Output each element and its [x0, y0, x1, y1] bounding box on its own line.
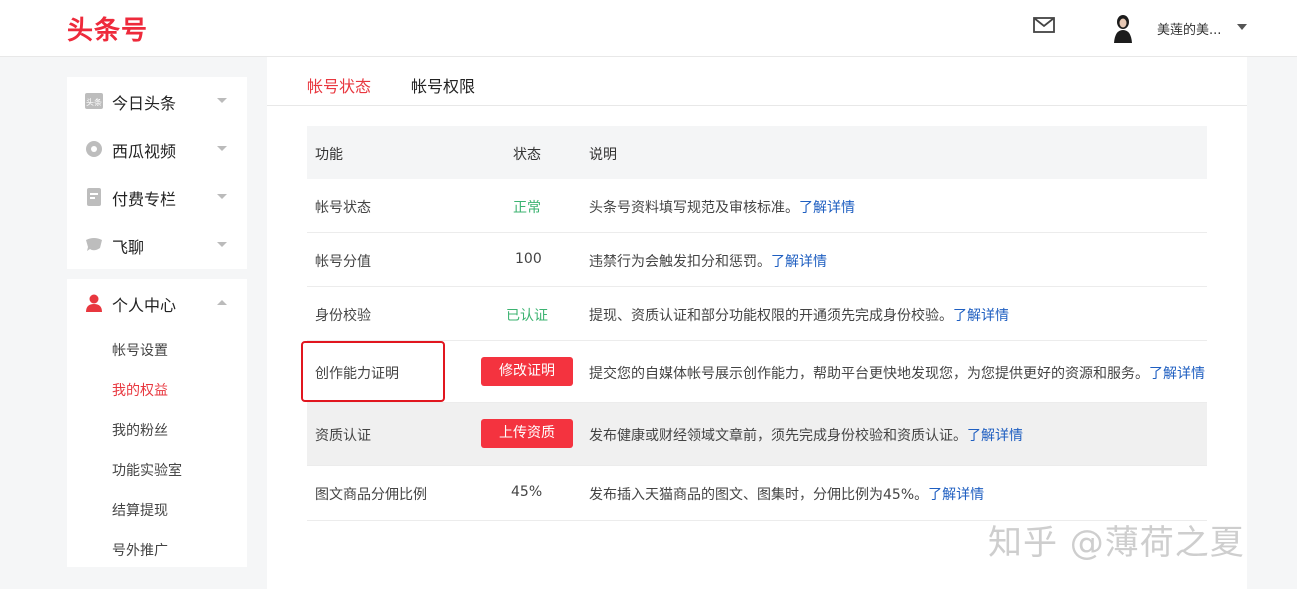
table-row: 帐号分值 100 违禁行为会触发扣分和惩罚。了解详情 [307, 233, 1207, 287]
description-text: 头条号资料填写规范及审核标准。 [589, 200, 799, 216]
table-row: 帐号状态 正常 头条号资料填写规范及审核标准。了解详情 [307, 179, 1207, 233]
learn-more-link[interactable]: 了解详情 [953, 308, 1009, 324]
svg-text:头条: 头条 [86, 97, 102, 107]
feature-cell: 资质认证 [315, 428, 371, 444]
column-header-description: 说明 [589, 147, 617, 163]
column-header-status: 状态 [513, 147, 541, 163]
table-row: 资质认证 上传资质 发布健康或财经领域文章前，须先完成身份校验和资质认证。了解详… [307, 403, 1207, 466]
description-text: 提交您的自媒体帐号展示创作能力，帮助平台更快地发现您，为您提供更好的资源和服务。 [589, 366, 1149, 382]
learn-more-link[interactable]: 了解详情 [967, 428, 1023, 444]
description-cell: 头条号资料填写规范及审核标准。了解详情 [589, 197, 855, 217]
table-header: 功能 状态 说明 [307, 126, 1207, 179]
sidebar-platforms: 头条 今日头条 西瓜视频 付费专栏 飞聊 [67, 77, 247, 269]
sidebar-item-label: 西瓜视频 [112, 142, 177, 161]
status-cell: 已认证 [506, 308, 548, 324]
sidebar-item-feiliao[interactable]: 飞聊 [67, 225, 247, 265]
table-row: 图文商品分佣比例 45% 发布插入天猫商品的图文、图集时，分佣比例为45%。了解… [307, 466, 1207, 521]
sidebar-sub-feature-lab[interactable]: 功能实验室 [112, 460, 182, 480]
learn-more-link[interactable]: 了解详情 [799, 200, 855, 216]
tab-bar: 帐号状态 帐号权限 [267, 57, 1247, 106]
learn-more-link[interactable]: 了解详情 [771, 254, 827, 270]
feiliao-icon [86, 238, 102, 251]
description-text: 发布健康或财经领域文章前，须先完成身份校验和资质认证。 [589, 428, 967, 444]
user-icon [86, 294, 102, 312]
sidebar-sub-settlement[interactable]: 结算提现 [112, 500, 168, 520]
column-header-feature: 功能 [315, 147, 343, 163]
description-text: 发布插入天猫商品的图文、图集时，分佣比例为45%。 [589, 487, 929, 503]
chevron-down-icon [217, 194, 227, 199]
tab-account-permission[interactable]: 帐号权限 [411, 73, 475, 97]
avatar[interactable] [1111, 13, 1135, 43]
status-cell: 100 [515, 251, 542, 267]
sidebar-sub-my-rights[interactable]: 我的权益 [112, 380, 168, 400]
feature-cell: 帐号状态 [315, 200, 371, 216]
toutiaohao-logo[interactable]: 头条号 [67, 10, 148, 47]
sidebar-personal: 个人中心 帐号设置 我的权益 我的粉丝 功能实验室 结算提现 号外推广 [67, 279, 247, 567]
description-cell: 违禁行为会触发扣分和惩罚。了解详情 [589, 251, 827, 271]
description-text: 提现、资质认证和部分功能权限的开通须先完成身份校验。 [589, 308, 953, 324]
sidebar-sub-account-settings[interactable]: 帐号设置 [112, 340, 168, 360]
feature-cell: 身份校验 [315, 308, 371, 324]
description-text: 违禁行为会触发扣分和惩罚。 [589, 254, 771, 270]
caret-down-icon[interactable] [1237, 24, 1247, 30]
description-cell: 提现、资质认证和部分功能权限的开通须先完成身份校验。了解详情 [589, 305, 1009, 325]
chevron-up-icon [217, 300, 227, 305]
sidebar-item-label: 今日头条 [112, 94, 177, 113]
tab-account-status[interactable]: 帐号状态 [307, 73, 371, 97]
sidebar-item-label: 个人中心 [112, 296, 177, 315]
sidebar-item-xigua[interactable]: 西瓜视频 [67, 129, 247, 169]
description-cell: 发布健康或财经领域文章前，须先完成身份校验和资质认证。了解详情 [589, 425, 1023, 445]
status-cell: 正常 [513, 200, 541, 216]
description-cell: 发布插入天猫商品的图文、图集时，分佣比例为45%。了解详情 [589, 484, 984, 504]
learn-more-link[interactable]: 了解详情 [928, 487, 984, 503]
sidebar-sub-my-fans[interactable]: 我的粉丝 [112, 420, 168, 440]
sidebar-item-paid-column[interactable]: 付费专栏 [67, 177, 247, 217]
learn-more-link[interactable]: 了解详情 [1149, 366, 1205, 382]
table-row: 身份校验 已认证 提现、资质认证和部分功能权限的开通须先完成身份校验。了解详情 [307, 287, 1207, 341]
feature-cell: 图文商品分佣比例 [315, 487, 427, 503]
paid-column-icon [87, 188, 101, 206]
modify-proof-button[interactable]: 修改证明 [481, 357, 573, 386]
annotation-highlight-box [301, 341, 445, 402]
chevron-down-icon [217, 98, 227, 103]
mail-icon[interactable] [1033, 17, 1055, 33]
feature-cell: 帐号分值 [315, 254, 371, 270]
toutiao-icon: 头条 [85, 93, 103, 109]
watermark: 知乎 @薄荷之夏 [988, 523, 1245, 563]
top-header: 头条号 美莲的美... [0, 0, 1297, 57]
sidebar-sub-promotion[interactable]: 号外推广 [112, 540, 168, 560]
username[interactable]: 美莲的美... [1157, 19, 1221, 38]
sidebar-item-personal-center[interactable]: 个人中心 [67, 283, 247, 323]
sidebar-item-label: 飞聊 [112, 238, 145, 257]
xigua-video-icon [86, 141, 102, 157]
main-panel: 帐号状态 帐号权限 功能 状态 说明 帐号状态 正常 头条号资料填写规范及审核标… [267, 57, 1247, 589]
chevron-down-icon [217, 146, 227, 151]
description-cell: 提交您的自媒体帐号展示创作能力，帮助平台更快地发现您，为您提供更好的资源和服务。… [589, 363, 1205, 383]
sidebar-item-label: 付费专栏 [112, 190, 177, 209]
chevron-down-icon [217, 242, 227, 247]
upload-qualification-button[interactable]: 上传资质 [481, 419, 573, 448]
sidebar-item-toutiao[interactable]: 头条 今日头条 [67, 81, 247, 121]
status-cell: 45% [511, 484, 543, 500]
